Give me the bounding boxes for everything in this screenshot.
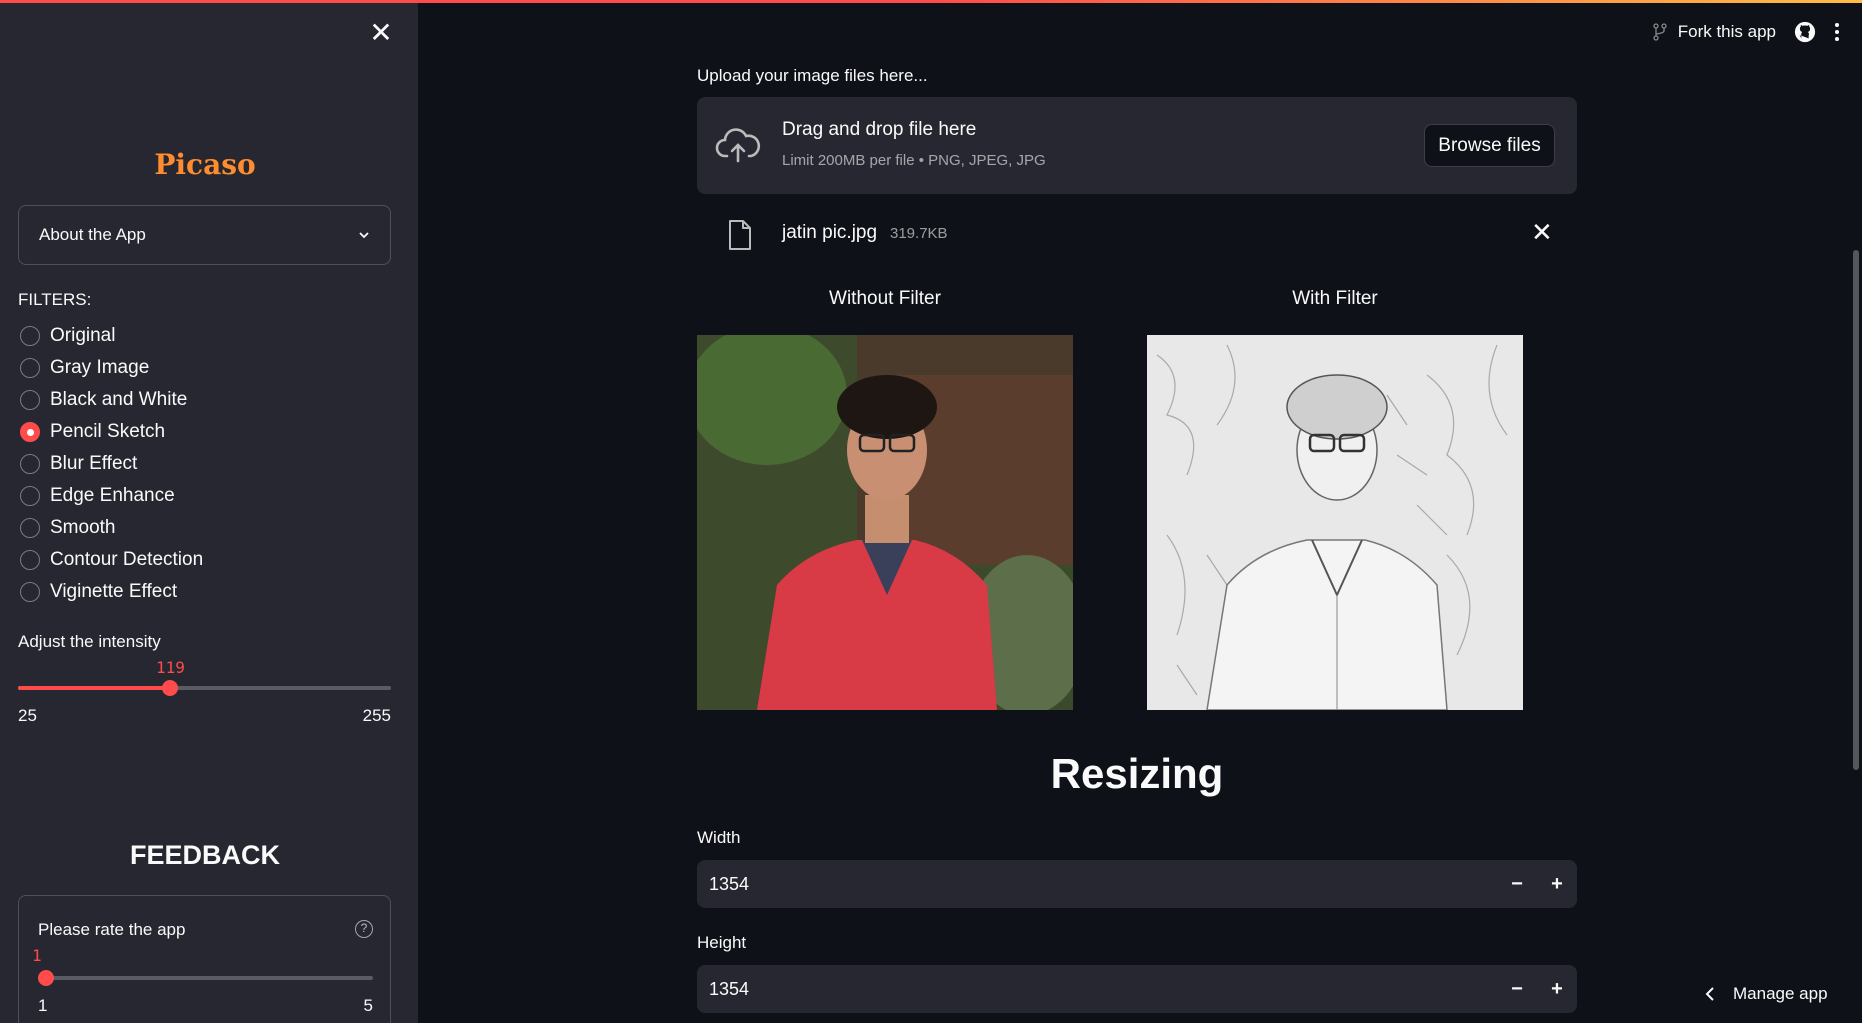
fork-icon <box>1653 23 1667 41</box>
chevron-down-icon <box>359 232 369 239</box>
radio-label: Edge Enhance <box>50 485 175 506</box>
rating-slider[interactable] <box>38 970 373 986</box>
dropzone-subtitle: Limit 200MB per file • PNG, JPEG, JPG <box>782 152 1046 169</box>
filter-option-smooth[interactable]: Smooth <box>20 512 203 544</box>
filter-radio-group: Original Gray Image Black and White Penc… <box>20 320 203 608</box>
filtered-image <box>1147 335 1523 710</box>
height-decrement-button[interactable]: − <box>1497 965 1537 1013</box>
slider-thumb[interactable] <box>162 680 179 696</box>
radio-button[interactable] <box>20 358 40 378</box>
file-size: 319.7KB <box>890 225 948 242</box>
height-label: Height <box>697 933 747 952</box>
width-input[interactable] <box>697 873 1497 895</box>
original-image <box>697 335 1073 710</box>
intensity-label: Adjust the intensity <box>18 632 161 651</box>
filter-option-pencil-sketch[interactable]: Pencil Sketch <box>20 416 203 448</box>
filter-option-original[interactable]: Original <box>20 320 203 352</box>
browse-files-button[interactable]: Browse files <box>1424 124 1555 167</box>
height-input[interactable] <box>697 978 1497 1000</box>
filter-option-viginette-effect[interactable]: Viginette Effect <box>20 576 203 608</box>
rating-label: Please rate the app <box>38 920 186 939</box>
radio-button[interactable] <box>20 454 40 474</box>
feedback-title: FEEDBACK <box>129 840 280 870</box>
filter-option-blur-effect[interactable]: Blur Effect <box>20 448 203 480</box>
radio-button[interactable] <box>20 582 40 602</box>
radio-label: Blur Effect <box>50 453 138 474</box>
with-filter-title: With Filter <box>1292 288 1378 309</box>
uploaded-file-item: jatin pic.jpg 319.7KB ✕ <box>697 213 1577 253</box>
radio-label: Gray Image <box>50 357 150 378</box>
radio-label: Pencil Sketch <box>50 421 166 442</box>
file-name: jatin pic.jpg <box>782 222 878 243</box>
about-expander[interactable]: About the App <box>18 205 391 265</box>
app-title: Picaso <box>154 148 256 181</box>
filter-option-gray-image[interactable]: Gray Image <box>20 352 203 384</box>
intensity-slider[interactable]: 119 <box>18 658 391 696</box>
radio-button[interactable] <box>20 422 40 442</box>
radio-label: Smooth <box>50 517 116 538</box>
radio-button[interactable] <box>20 518 40 538</box>
slider-max-label: 255 <box>362 706 391 725</box>
slider-fill <box>18 686 171 690</box>
resizing-title: Resizing <box>1050 750 1224 797</box>
file-dropzone[interactable]: Drag and drop file here Limit 200MB per … <box>697 97 1577 194</box>
help-icon[interactable]: ? <box>355 920 373 938</box>
remove-file-button[interactable]: ✕ <box>1531 219 1553 245</box>
filter-option-black-and-white[interactable]: Black and White <box>20 384 203 416</box>
radio-label: Contour Detection <box>50 549 204 570</box>
page-scrollbar[interactable] <box>1853 250 1859 770</box>
manage-app-label: Manage app <box>1733 984 1828 1003</box>
chevron-left-icon <box>1705 987 1714 1001</box>
filter-option-edge-enhance[interactable]: Edge Enhance <box>20 480 203 512</box>
filter-option-contour-detection[interactable]: Contour Detection <box>20 544 203 576</box>
radio-label: Original <box>50 325 116 346</box>
radio-label: Viginette Effect <box>50 581 178 602</box>
slider-thumb[interactable] <box>38 970 54 986</box>
expander-label: About the App <box>39 225 146 244</box>
filters-label: FILTERS: <box>18 290 92 309</box>
cloud-upload-icon <box>715 128 761 163</box>
rating-max-label: 5 <box>363 996 373 1015</box>
height-increment-button[interactable]: + <box>1537 965 1577 1013</box>
app-toolbar: Fork this app <box>1652 14 1862 50</box>
radio-button[interactable] <box>20 550 40 570</box>
slider-value: 119 <box>155 658 185 677</box>
width-label: Width <box>697 828 741 847</box>
close-sidebar-button[interactable]: ✕ <box>368 19 394 47</box>
fork-label: Fork this app <box>1677 22 1776 41</box>
file-icon <box>729 220 751 250</box>
kebab-menu-icon[interactable] <box>1834 22 1840 42</box>
upload-label: Upload your image files here... <box>697 66 928 85</box>
width-increment-button[interactable]: + <box>1537 860 1577 908</box>
height-number-input: − + <box>697 965 1577 1013</box>
dropzone-title: Drag and drop file here <box>782 119 977 140</box>
radio-label: Black and White <box>50 389 188 410</box>
github-icon[interactable] <box>1794 21 1816 43</box>
manage-app-button[interactable]: Manage app <box>1705 984 1828 1004</box>
width-decrement-button[interactable]: − <box>1497 860 1537 908</box>
slider-min-label: 25 <box>18 706 37 725</box>
radio-button[interactable] <box>20 486 40 506</box>
rating-widget: Please rate the app ? 1 1 5 <box>18 895 391 1023</box>
radio-button[interactable] <box>20 326 40 346</box>
width-number-input: − + <box>697 860 1577 908</box>
without-filter-title: Without Filter <box>829 288 941 309</box>
top-decoration-stripe <box>0 0 1862 3</box>
sidebar: ✕ Picaso About the App FILTERS: Original… <box>0 0 418 1023</box>
rating-min-label: 1 <box>38 996 48 1015</box>
radio-button[interactable] <box>20 390 40 410</box>
fork-app-button[interactable]: Fork this app <box>1652 22 1776 42</box>
rating-value: 1 <box>32 946 42 965</box>
